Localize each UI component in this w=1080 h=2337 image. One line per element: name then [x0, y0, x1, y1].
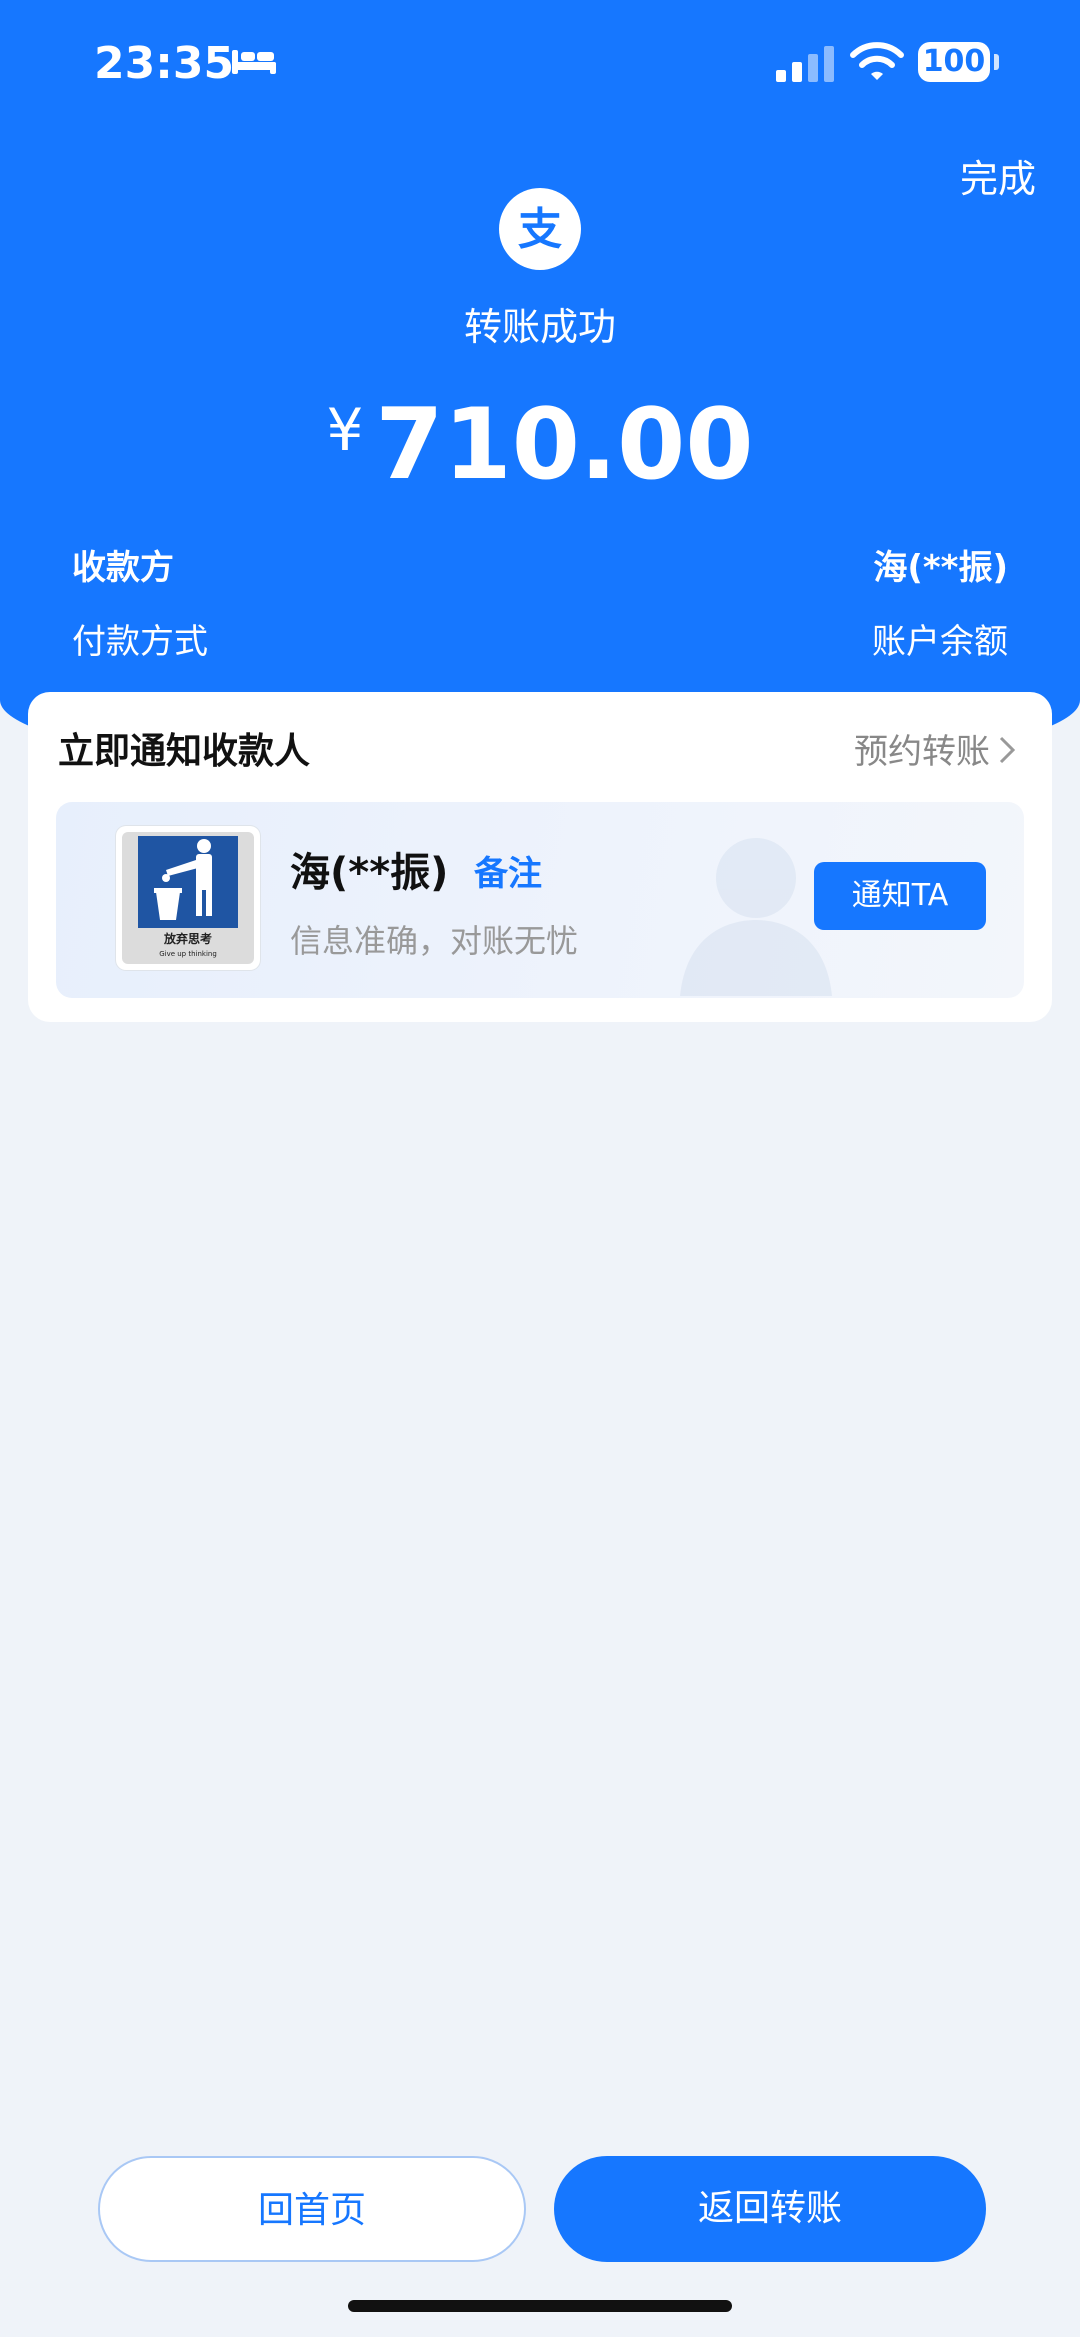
- chevron-right-icon: [999, 736, 1016, 764]
- transfer-status-title: 转账成功: [463, 305, 616, 349]
- bed-icon: [232, 50, 276, 74]
- avatar-caption-en: Give up thinking: [159, 950, 217, 958]
- status-bar: 23:35 100: [0, 0, 1080, 130]
- currency-symbol: ¥: [326, 396, 364, 464]
- recipient-name: 海(**振): [290, 850, 449, 896]
- scheduled-transfer-label: 预约转账: [854, 732, 990, 772]
- status-time: 23:35: [94, 38, 235, 89]
- recipient-avatar[interactable]: 放弃思考 Give up thinking: [116, 826, 260, 970]
- remark-link[interactable]: 备注: [474, 846, 542, 895]
- amount-row: ¥710.00: [0, 388, 1080, 502]
- battery-tip: [994, 54, 999, 70]
- alipay-logo-icon: 支: [499, 188, 581, 270]
- payee-value: 海(**振): [873, 548, 1008, 588]
- return-to-transfer-button[interactable]: 返回转账: [554, 2156, 986, 2262]
- notify-card-title: 立即通知收款人: [58, 731, 311, 772]
- notify-ta-button[interactable]: 通知TA: [814, 862, 986, 930]
- recipient-panel: 放弃思考 Give up thinking 海(**振) 备注 信息准确，对账无…: [56, 802, 1024, 998]
- home-indicator: [348, 2300, 732, 2312]
- notify-tagline: 信息准确，对账无忧: [290, 922, 579, 960]
- done-button[interactable]: 完成: [960, 148, 1036, 203]
- back-to-home-button[interactable]: 回首页: [98, 2156, 526, 2262]
- battery-icon: 100: [918, 42, 990, 82]
- transfer-amount: 710.00: [375, 388, 754, 502]
- scheduled-transfer-link[interactable]: 预约转账: [854, 724, 1016, 773]
- svg-text:支: 支: [518, 204, 562, 255]
- signal-icon: [776, 46, 834, 82]
- payment-method-value: 账户余额: [872, 622, 1008, 662]
- notify-card: 立即通知收款人 预约转账 放弃思考 Give up thinking 海(**振…: [28, 692, 1052, 1022]
- payee-label: 收款方: [72, 548, 174, 588]
- payment-method-label: 付款方式: [72, 622, 208, 662]
- avatar-caption: 放弃思考: [163, 931, 212, 946]
- wifi-icon: [850, 42, 904, 80]
